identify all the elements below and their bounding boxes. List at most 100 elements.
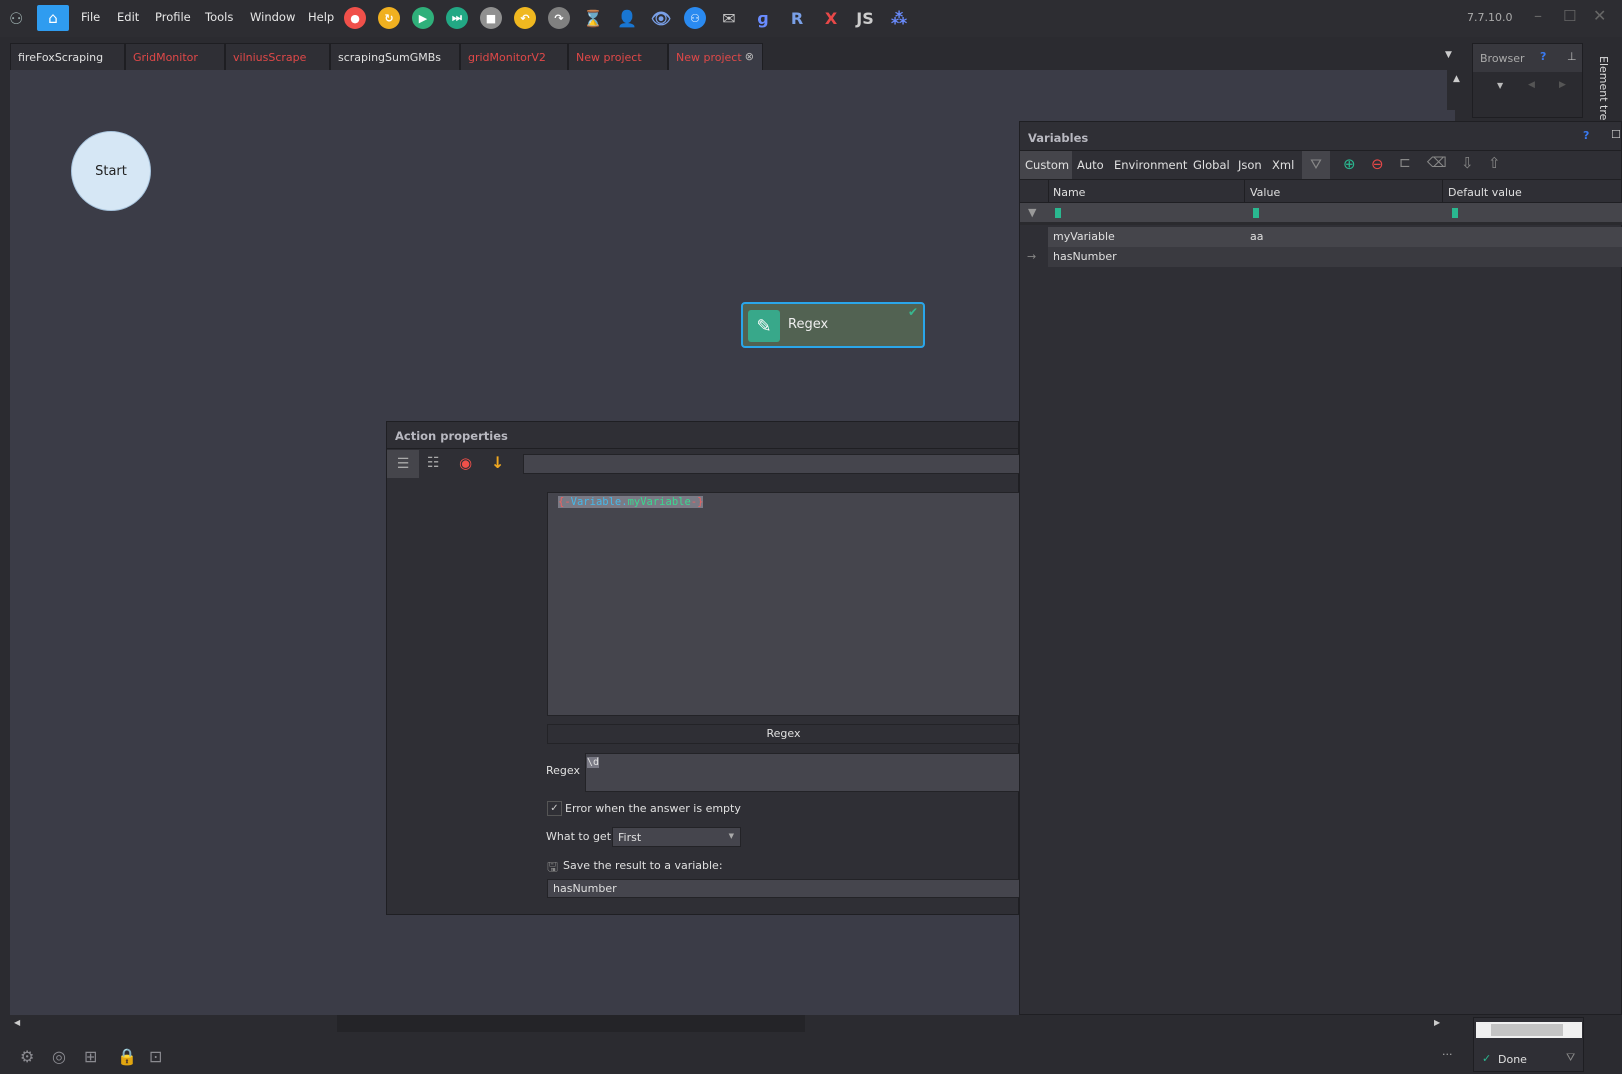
filter-row[interactable]: ▼ — [1020, 203, 1622, 225]
hourglass-icon[interactable]: ⌛ — [582, 7, 604, 29]
menu-window[interactable]: Window — [250, 10, 295, 24]
variables-tab-global[interactable]: Global — [1188, 151, 1233, 179]
column-default-value[interactable]: Default value — [1448, 186, 1522, 199]
variables-tab-custom[interactable]: Custom — [1020, 151, 1072, 179]
minimize-button[interactable]: – — [1534, 6, 1542, 25]
add-variable-icon[interactable]: ⊕ — [1343, 155, 1356, 173]
properties-icon[interactable]: ☰ — [387, 450, 419, 478]
canvas-horizontal-scrollbar[interactable]: ◀ ▶ — [10, 1015, 1445, 1032]
project-tab[interactable]: New project ⊗ — [668, 43, 763, 71]
network-icon[interactable]: ⚇ — [684, 7, 706, 29]
project-tab[interactable]: vilniusScrape — [225, 43, 330, 71]
text-filter-icon[interactable] — [1452, 208, 1458, 218]
add-frame-icon[interactable]: ⊡ — [149, 1047, 162, 1066]
user-icon[interactable]: 👤 — [616, 7, 638, 29]
eye-icon[interactable]: 👁 — [650, 7, 672, 29]
version-label: 7.7.10.0 — [1467, 11, 1513, 24]
project-tab[interactable]: fireFoxScraping — [10, 43, 125, 71]
dropdown-icon[interactable]: ▼ — [1497, 81, 1503, 90]
what-to-get-select[interactable]: First ▼ — [612, 827, 741, 847]
chevron-down-icon: ▼ — [728, 832, 734, 840]
project-tab[interactable]: New project — [568, 43, 668, 71]
filter-status-icon[interactable]: ⛛ — [1566, 1051, 1575, 1065]
regex-icon[interactable]: ɡ — [752, 7, 774, 29]
tab-label: vilniusScrape — [233, 51, 307, 64]
settings-icon[interactable]: ⚙ — [20, 1047, 34, 1066]
cell-name[interactable]: hasNumber — [1053, 250, 1117, 263]
input-text-area[interactable]: {-Variable.myVariable-} — [547, 492, 1020, 716]
project-tab[interactable]: GridMonitor — [125, 43, 225, 71]
grid-icon[interactable]: ⊞ — [84, 1047, 97, 1066]
regex-section-button[interactable]: Regex — [547, 724, 1020, 744]
cell-value[interactable]: aa — [1250, 230, 1263, 243]
menu-edit[interactable]: Edit — [117, 10, 139, 24]
error-checkbox-label: Error when the answer is empty — [565, 802, 741, 815]
variables-tab-auto[interactable]: Auto — [1072, 151, 1109, 179]
variables-tab-xml[interactable]: Xml — [1267, 151, 1302, 179]
mail-icon[interactable]: ✉ — [718, 7, 740, 29]
error-checkbox[interactable]: ✓ — [547, 801, 562, 816]
close-button[interactable]: ✕ — [1593, 6, 1606, 25]
refresh-icon[interactable]: ↻ — [378, 7, 400, 29]
menu-profile[interactable]: Profile — [155, 10, 191, 24]
arrow-down-icon[interactable]: ↓ — [491, 453, 504, 472]
column-value[interactable]: Value — [1250, 186, 1280, 199]
wand-icon[interactable]: ⁂ — [888, 7, 910, 29]
js-icon[interactable]: JS — [854, 7, 876, 29]
column-name[interactable]: Name — [1053, 186, 1085, 199]
profile-icon[interactable]: ◎ — [52, 1047, 66, 1066]
more-icon[interactable]: ··· — [1442, 1048, 1453, 1061]
text-filter-icon[interactable] — [1253, 208, 1259, 218]
scroll-thumb[interactable] — [337, 1015, 805, 1032]
x-icon[interactable]: X — [820, 7, 842, 29]
action-search-input[interactable] — [523, 454, 1020, 474]
start-node[interactable]: Start — [71, 131, 151, 211]
maximize-button[interactable]: ☐ — [1563, 7, 1576, 25]
record-icon[interactable]: ● — [344, 7, 366, 29]
regex-input[interactable]: \d — [585, 753, 1020, 792]
filter-button[interactable]: ⛛ — [1302, 151, 1330, 179]
record-icon[interactable]: ◉ — [459, 454, 472, 472]
menu-help[interactable]: Help — [308, 10, 334, 24]
move-down-icon[interactable]: ⇩ — [1461, 154, 1474, 172]
close-tab-icon[interactable]: ⊗ — [745, 50, 754, 63]
step-icon[interactable]: ⏭ — [446, 7, 468, 29]
undo-icon[interactable]: ↶ — [514, 7, 536, 29]
variables-tab-json[interactable]: Json — [1233, 151, 1267, 179]
tab-label: New project — [676, 51, 742, 64]
pin-icon[interactable]: ⊥ — [1567, 50, 1577, 63]
table-row[interactable]: → hasNumber — [1020, 247, 1622, 267]
r-icon[interactable]: R — [786, 7, 808, 29]
canvas-vertical-scrollbar[interactable]: ▲ — [1447, 70, 1469, 110]
variables-tab-environment[interactable]: Environment — [1109, 151, 1188, 179]
help-icon[interactable]: ? — [1583, 129, 1589, 142]
save-variable-input[interactable]: hasNumber — [547, 879, 1020, 898]
tabs-dropdown-icon[interactable]: ▼ — [1445, 50, 1452, 60]
redo-icon[interactable]: ↷ — [548, 7, 570, 29]
mini-scrollbar[interactable] — [1476, 1022, 1582, 1038]
notes-icon[interactable]: ☷ — [427, 455, 440, 471]
forward-icon[interactable]: ▶ — [1559, 80, 1566, 90]
move-up-icon[interactable]: ⇧ — [1488, 154, 1501, 172]
menu-tools[interactable]: Tools — [205, 10, 233, 24]
regex-action-node[interactable]: ✎ Regex ✔ — [741, 302, 925, 348]
tab-label: scrapingSumGMBs — [338, 51, 441, 64]
menu-file[interactable]: File — [81, 10, 100, 24]
remove-variable-icon[interactable]: ⊖ — [1371, 155, 1384, 173]
back-icon[interactable]: ◀ — [1528, 80, 1535, 90]
table-row[interactable]: myVariable aa — [1020, 227, 1622, 247]
eraser-icon[interactable]: ⌫ — [1427, 155, 1447, 171]
text-filter-icon[interactable] — [1055, 208, 1061, 218]
home-button[interactable]: ⌂ — [37, 5, 69, 31]
project-tab[interactable]: gridMonitorV2 — [460, 43, 568, 71]
filter-icon: ▼ — [1028, 206, 1037, 219]
cell-name[interactable]: myVariable — [1053, 230, 1115, 243]
stop-icon[interactable]: ■ — [480, 7, 502, 29]
columns-icon[interactable]: ⊏ — [1399, 155, 1411, 171]
maximize-icon[interactable]: ☐ — [1611, 128, 1621, 141]
project-tab[interactable]: scrapingSumGMBs — [330, 43, 460, 71]
help-icon[interactable]: ? — [1540, 50, 1546, 63]
play-icon[interactable]: ▶ — [412, 7, 434, 29]
lock-icon[interactable]: 🔒 — [117, 1047, 137, 1066]
element-tree-tab[interactable]: Element tree — [1597, 56, 1610, 127]
